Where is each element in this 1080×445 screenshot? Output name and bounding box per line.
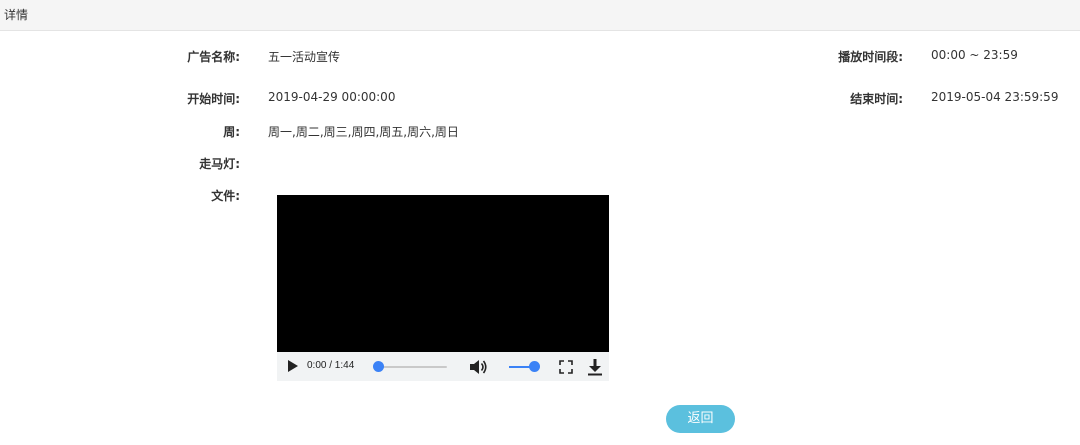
volume-knob[interactable] [529, 361, 540, 372]
start-time-label: 开始时间: [187, 92, 240, 106]
file-label: 文件: [211, 189, 240, 203]
ad-name-value: 五一活动宣传 [268, 50, 341, 64]
play-period-label: 播放时间段: [838, 50, 903, 64]
ad-name-label: 广告名称: [187, 50, 240, 64]
page-title: 详情 [4, 8, 29, 22]
video-controls: 0:00 / 1:44 [277, 352, 609, 381]
play-period-value: 00:00 ~ 23:59 [931, 48, 1018, 62]
header-bar: 详情 [0, 0, 1080, 31]
fullscreen-icon[interactable] [559, 360, 573, 374]
download-icon[interactable] [587, 358, 603, 376]
progress-knob[interactable] [373, 361, 384, 372]
volume-icon[interactable] [468, 358, 488, 376]
week-label: 周: [223, 125, 240, 139]
end-time-value: 2019-05-04 23:59:59 [931, 90, 1059, 104]
back-button[interactable]: 返回 [666, 405, 735, 433]
progress-bar[interactable] [377, 366, 447, 368]
play-icon[interactable] [288, 360, 298, 372]
marquee-label: 走马灯: [199, 157, 240, 171]
time-display: 0:00 / 1:44 [307, 360, 355, 371]
week-value: 周一,周二,周三,周四,周五,周六,周日 [268, 125, 459, 139]
end-time-label: 结束时间: [850, 92, 903, 106]
start-time-value: 2019-04-29 00:00:00 [268, 90, 396, 104]
